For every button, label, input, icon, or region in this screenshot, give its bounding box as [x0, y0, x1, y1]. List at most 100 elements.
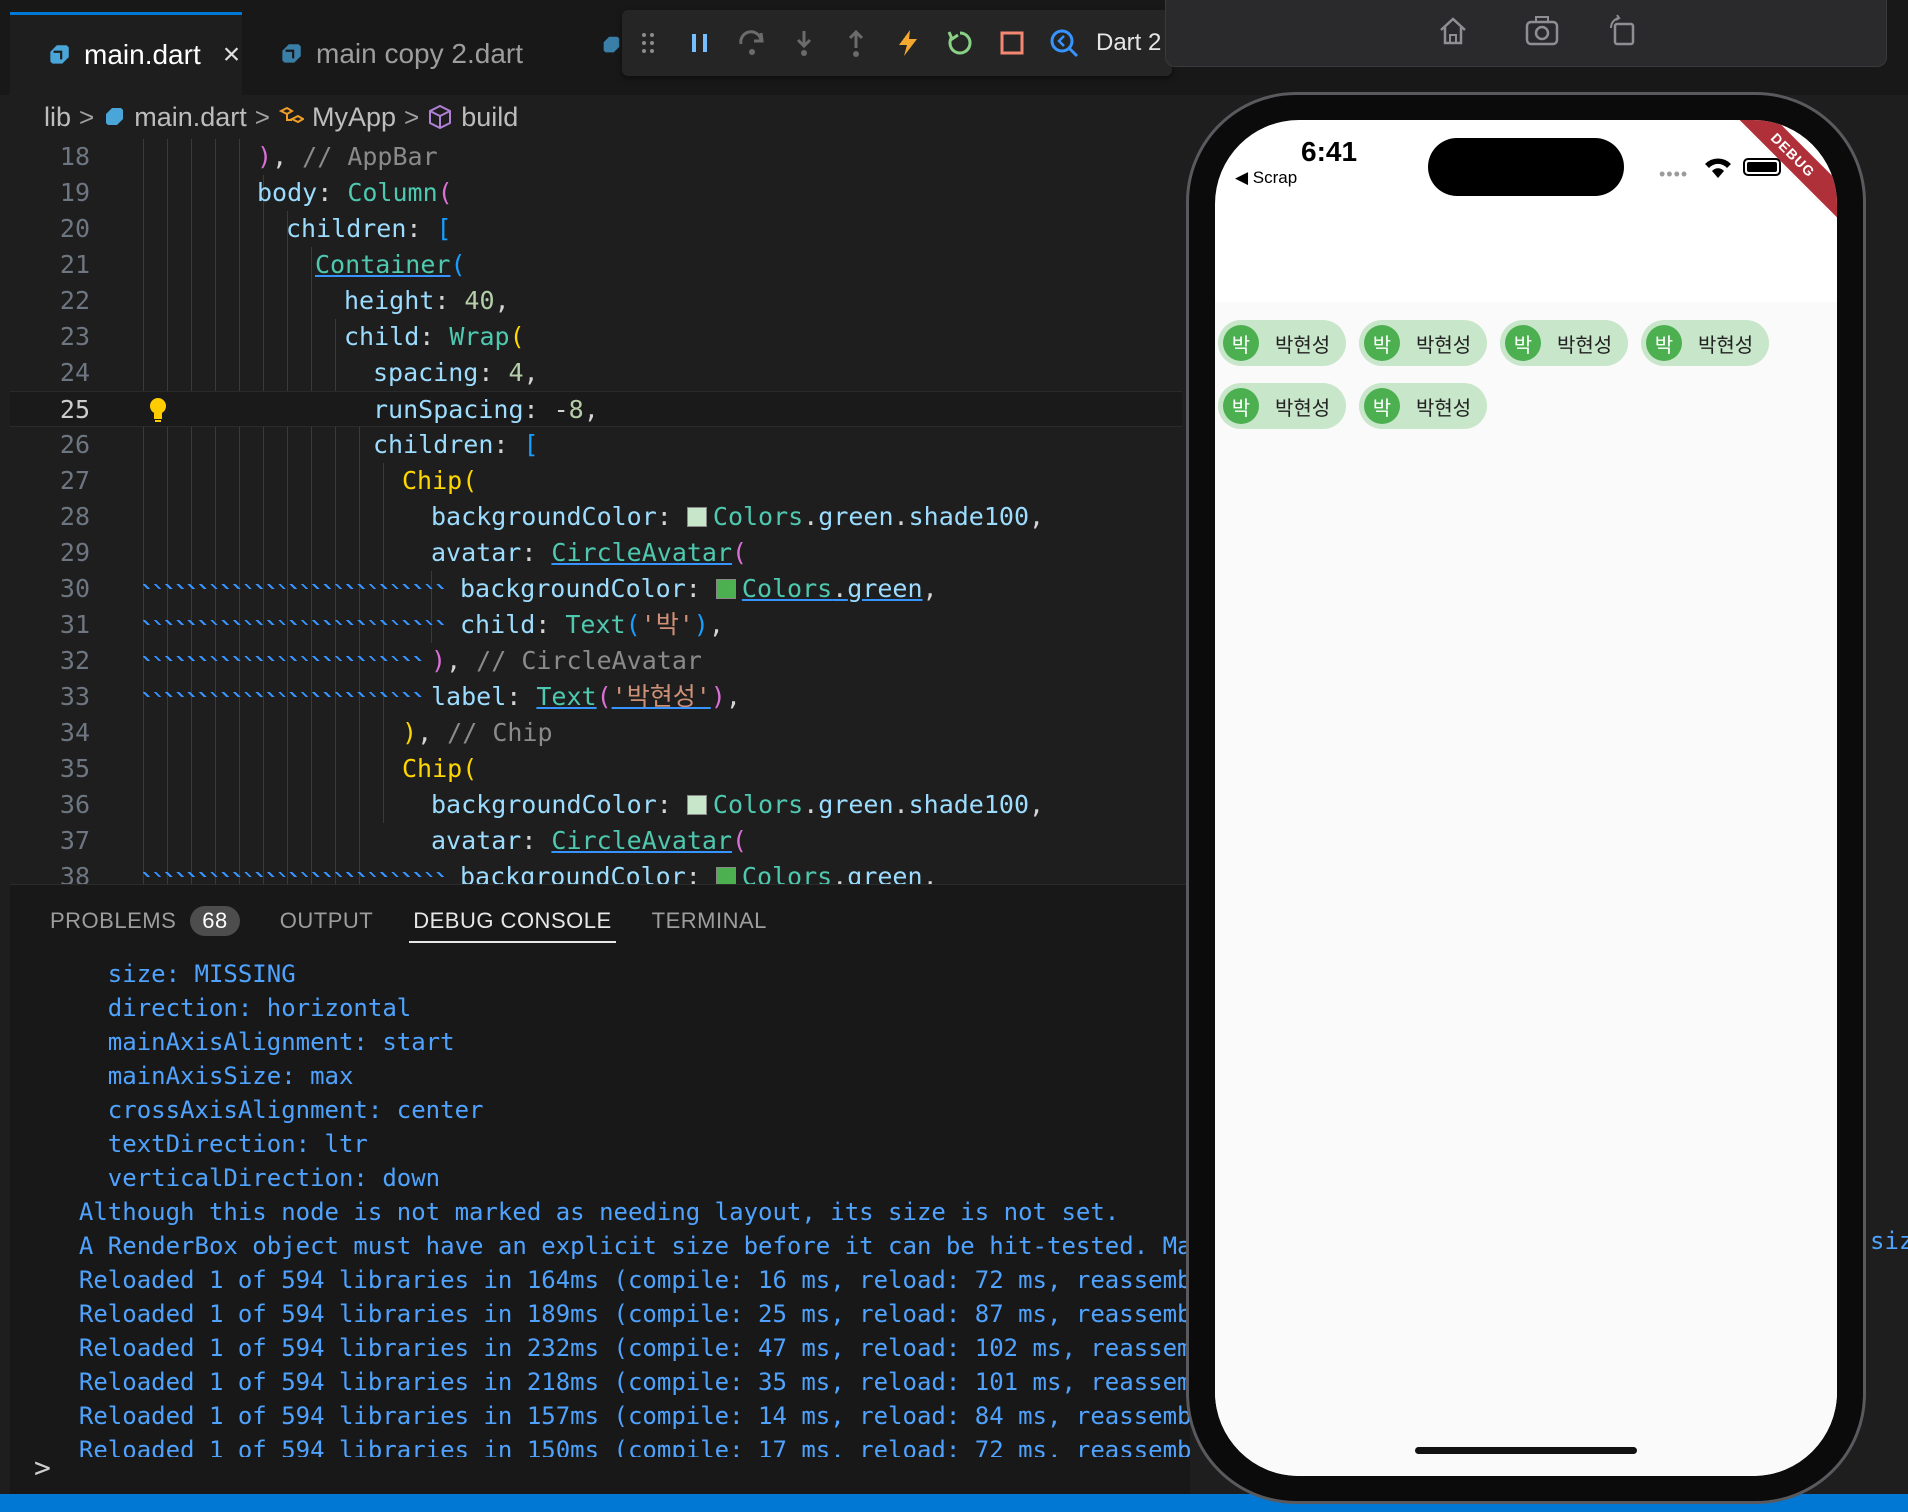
- console-line: Reloaded 1 of 594 libraries in 218ms (co…: [50, 1368, 1190, 1396]
- name-chip[interactable]: 박 박현성: [1500, 320, 1629, 366]
- diagnostic-squiggle: [143, 656, 425, 661]
- name-chip[interactable]: 박 박현성: [1218, 320, 1347, 366]
- chip-label: 박현성: [1416, 334, 1472, 357]
- code-line: 32), // CircleAvatar: [10, 643, 1182, 679]
- console-line: Reloaded 1 of 594 libraries in 157ms (co…: [50, 1402, 1190, 1430]
- debug-session-label[interactable]: Dart 2: [1096, 29, 1161, 57]
- code-line: 33 label: Text('박현성'),: [10, 679, 1182, 715]
- chip-avatar: 박: [1646, 325, 1682, 361]
- devtools-icon[interactable]: [1038, 17, 1090, 69]
- home-indicator[interactable]: [1415, 1447, 1637, 1454]
- rotate-icon[interactable]: [1606, 14, 1638, 48]
- color-swatch[interactable]: [686, 507, 707, 527]
- console-input-prompt[interactable]: >: [34, 1451, 51, 1484]
- chip-label: 박현성: [1416, 397, 1472, 420]
- step-over-icon[interactable]: [726, 17, 778, 69]
- line-number: 20: [59, 214, 90, 243]
- hot-reload-icon[interactable]: [882, 17, 934, 69]
- tab-problems[interactable]: PROBLEMS 68: [50, 885, 240, 957]
- name-chip[interactable]: 박 박현성: [1359, 320, 1488, 366]
- dynamic-island: [1428, 138, 1624, 196]
- code-line: 37 avatar: CircleAvatar(: [10, 823, 1182, 859]
- debug-toolbar: Dart 2: [622, 10, 1172, 76]
- console-line: Reloaded 1 of 594 libraries in 164ms (co…: [50, 1266, 1190, 1294]
- console-line: direction: horizontal: [50, 994, 412, 1022]
- code-line: 18), // AppBar: [10, 139, 1182, 175]
- breadcrumb-item-class[interactable]: MyApp: [278, 102, 396, 133]
- line-number: 19: [59, 178, 90, 207]
- tab-label: TERMINAL: [651, 908, 767, 933]
- line-number: 34: [59, 718, 90, 747]
- chevron-right-icon: >: [404, 101, 420, 132]
- step-out-icon[interactable]: [830, 17, 882, 69]
- console-line: crossAxisAlignment: center: [50, 1096, 484, 1124]
- dart-file-icon: [282, 43, 301, 63]
- tab-main-dart[interactable]: main.dart ×: [10, 12, 242, 95]
- tab-label: PROBLEMS: [50, 908, 177, 933]
- code-line: 22 height: 40,: [10, 283, 1182, 319]
- diagnostic-squiggle: [143, 872, 448, 877]
- line-number: 32: [59, 646, 90, 675]
- code-line: 27 Chip(: [10, 463, 1182, 499]
- line-number: 29: [59, 538, 90, 567]
- chip-avatar: 박: [1364, 388, 1400, 424]
- line-number: 35: [59, 754, 90, 783]
- line-number: 18: [59, 142, 90, 171]
- pause-icon[interactable]: [674, 17, 726, 69]
- color-swatch[interactable]: [715, 867, 736, 884]
- home-icon[interactable]: [1436, 14, 1470, 48]
- code-line: 31 child: Text('박'),: [10, 607, 1182, 643]
- battery-icon: [1743, 158, 1781, 176]
- code-line: 19 body: Column(: [10, 175, 1182, 211]
- step-into-icon[interactable]: [778, 17, 830, 69]
- code-line: 28 backgroundColor: Colors.green.shade100…: [10, 499, 1182, 535]
- back-to-app-link[interactable]: ◀ Scrap: [1235, 168, 1297, 188]
- drag-handle-icon[interactable]: [622, 17, 674, 69]
- breadcrumb-label: MyApp: [311, 101, 396, 132]
- line-number: 36: [59, 790, 90, 819]
- console-line: mainAxisSize: max: [50, 1062, 354, 1090]
- class-symbol-icon: [278, 106, 304, 124]
- tab-main-copy-2-dart[interactable]: main copy 2.dart: [242, 12, 572, 95]
- dart-file-icon: [106, 108, 124, 125]
- name-chip[interactable]: 박 박현성: [1218, 383, 1347, 429]
- dart-file-icon: [50, 45, 69, 64]
- tab-output[interactable]: OUTPUT: [280, 885, 373, 957]
- restart-icon[interactable]: [934, 17, 986, 69]
- phone-screen: 6:41 ◀ Scrap •••• DEBUG 박 박현성 박 박현성 박 박현…: [1215, 120, 1837, 1476]
- lightbulb-icon[interactable]: [148, 396, 168, 424]
- dart-file-icon[interactable]: [600, 34, 622, 56]
- debug-console-output[interactable]: size: MISSING direction: horizontal main…: [10, 957, 1190, 1457]
- code-editor[interactable]: 18), // AppBar 19 body: Column( 20 childre…: [10, 139, 1182, 884]
- tab-label: DEBUG CONSOLE: [413, 908, 612, 933]
- chevron-right-icon: >: [79, 101, 95, 132]
- name-chip[interactable]: 박 박현성: [1641, 320, 1770, 366]
- tab-debug-console[interactable]: DEBUG CONSOLE: [409, 885, 617, 957]
- line-number: 26: [59, 430, 90, 459]
- close-icon[interactable]: ×: [223, 38, 241, 72]
- color-swatch[interactable]: [715, 579, 736, 599]
- name-chip[interactable]: 박 박현성: [1359, 383, 1488, 429]
- breadcrumb-item-file[interactable]: main.dart: [102, 102, 247, 133]
- breadcrumb-label: main.dart: [134, 101, 247, 132]
- stop-icon[interactable]: [986, 17, 1038, 69]
- line-number: 24: [59, 358, 90, 387]
- chip-avatar: 박: [1223, 388, 1259, 424]
- code-line: 26 children: [: [10, 427, 1182, 463]
- console-line: Reloaded 1 of 594 libraries in 232ms (co…: [50, 1334, 1190, 1362]
- code-line: 24 spacing: 4,: [10, 355, 1182, 391]
- code-line: 21 Container(: [10, 247, 1182, 283]
- breadcrumb-item-method[interactable]: build: [427, 102, 518, 133]
- tab-label: OUTPUT: [279, 908, 374, 933]
- console-line: Although this node is not marked as need…: [50, 1198, 1120, 1226]
- breadcrumb-item-lib[interactable]: lib: [44, 102, 71, 133]
- chip-label: 박현성: [1557, 334, 1613, 357]
- color-swatch[interactable]: [686, 795, 707, 815]
- chip-label: 박현성: [1275, 397, 1331, 420]
- simulator-toolbar: [1165, 0, 1887, 67]
- line-number: 25: [59, 395, 90, 424]
- status-time: 6:41: [1301, 136, 1358, 167]
- tab-terminal[interactable]: TERMINAL: [652, 885, 767, 957]
- line-number: 22: [59, 286, 90, 315]
- screenshot-icon[interactable]: [1524, 14, 1560, 48]
